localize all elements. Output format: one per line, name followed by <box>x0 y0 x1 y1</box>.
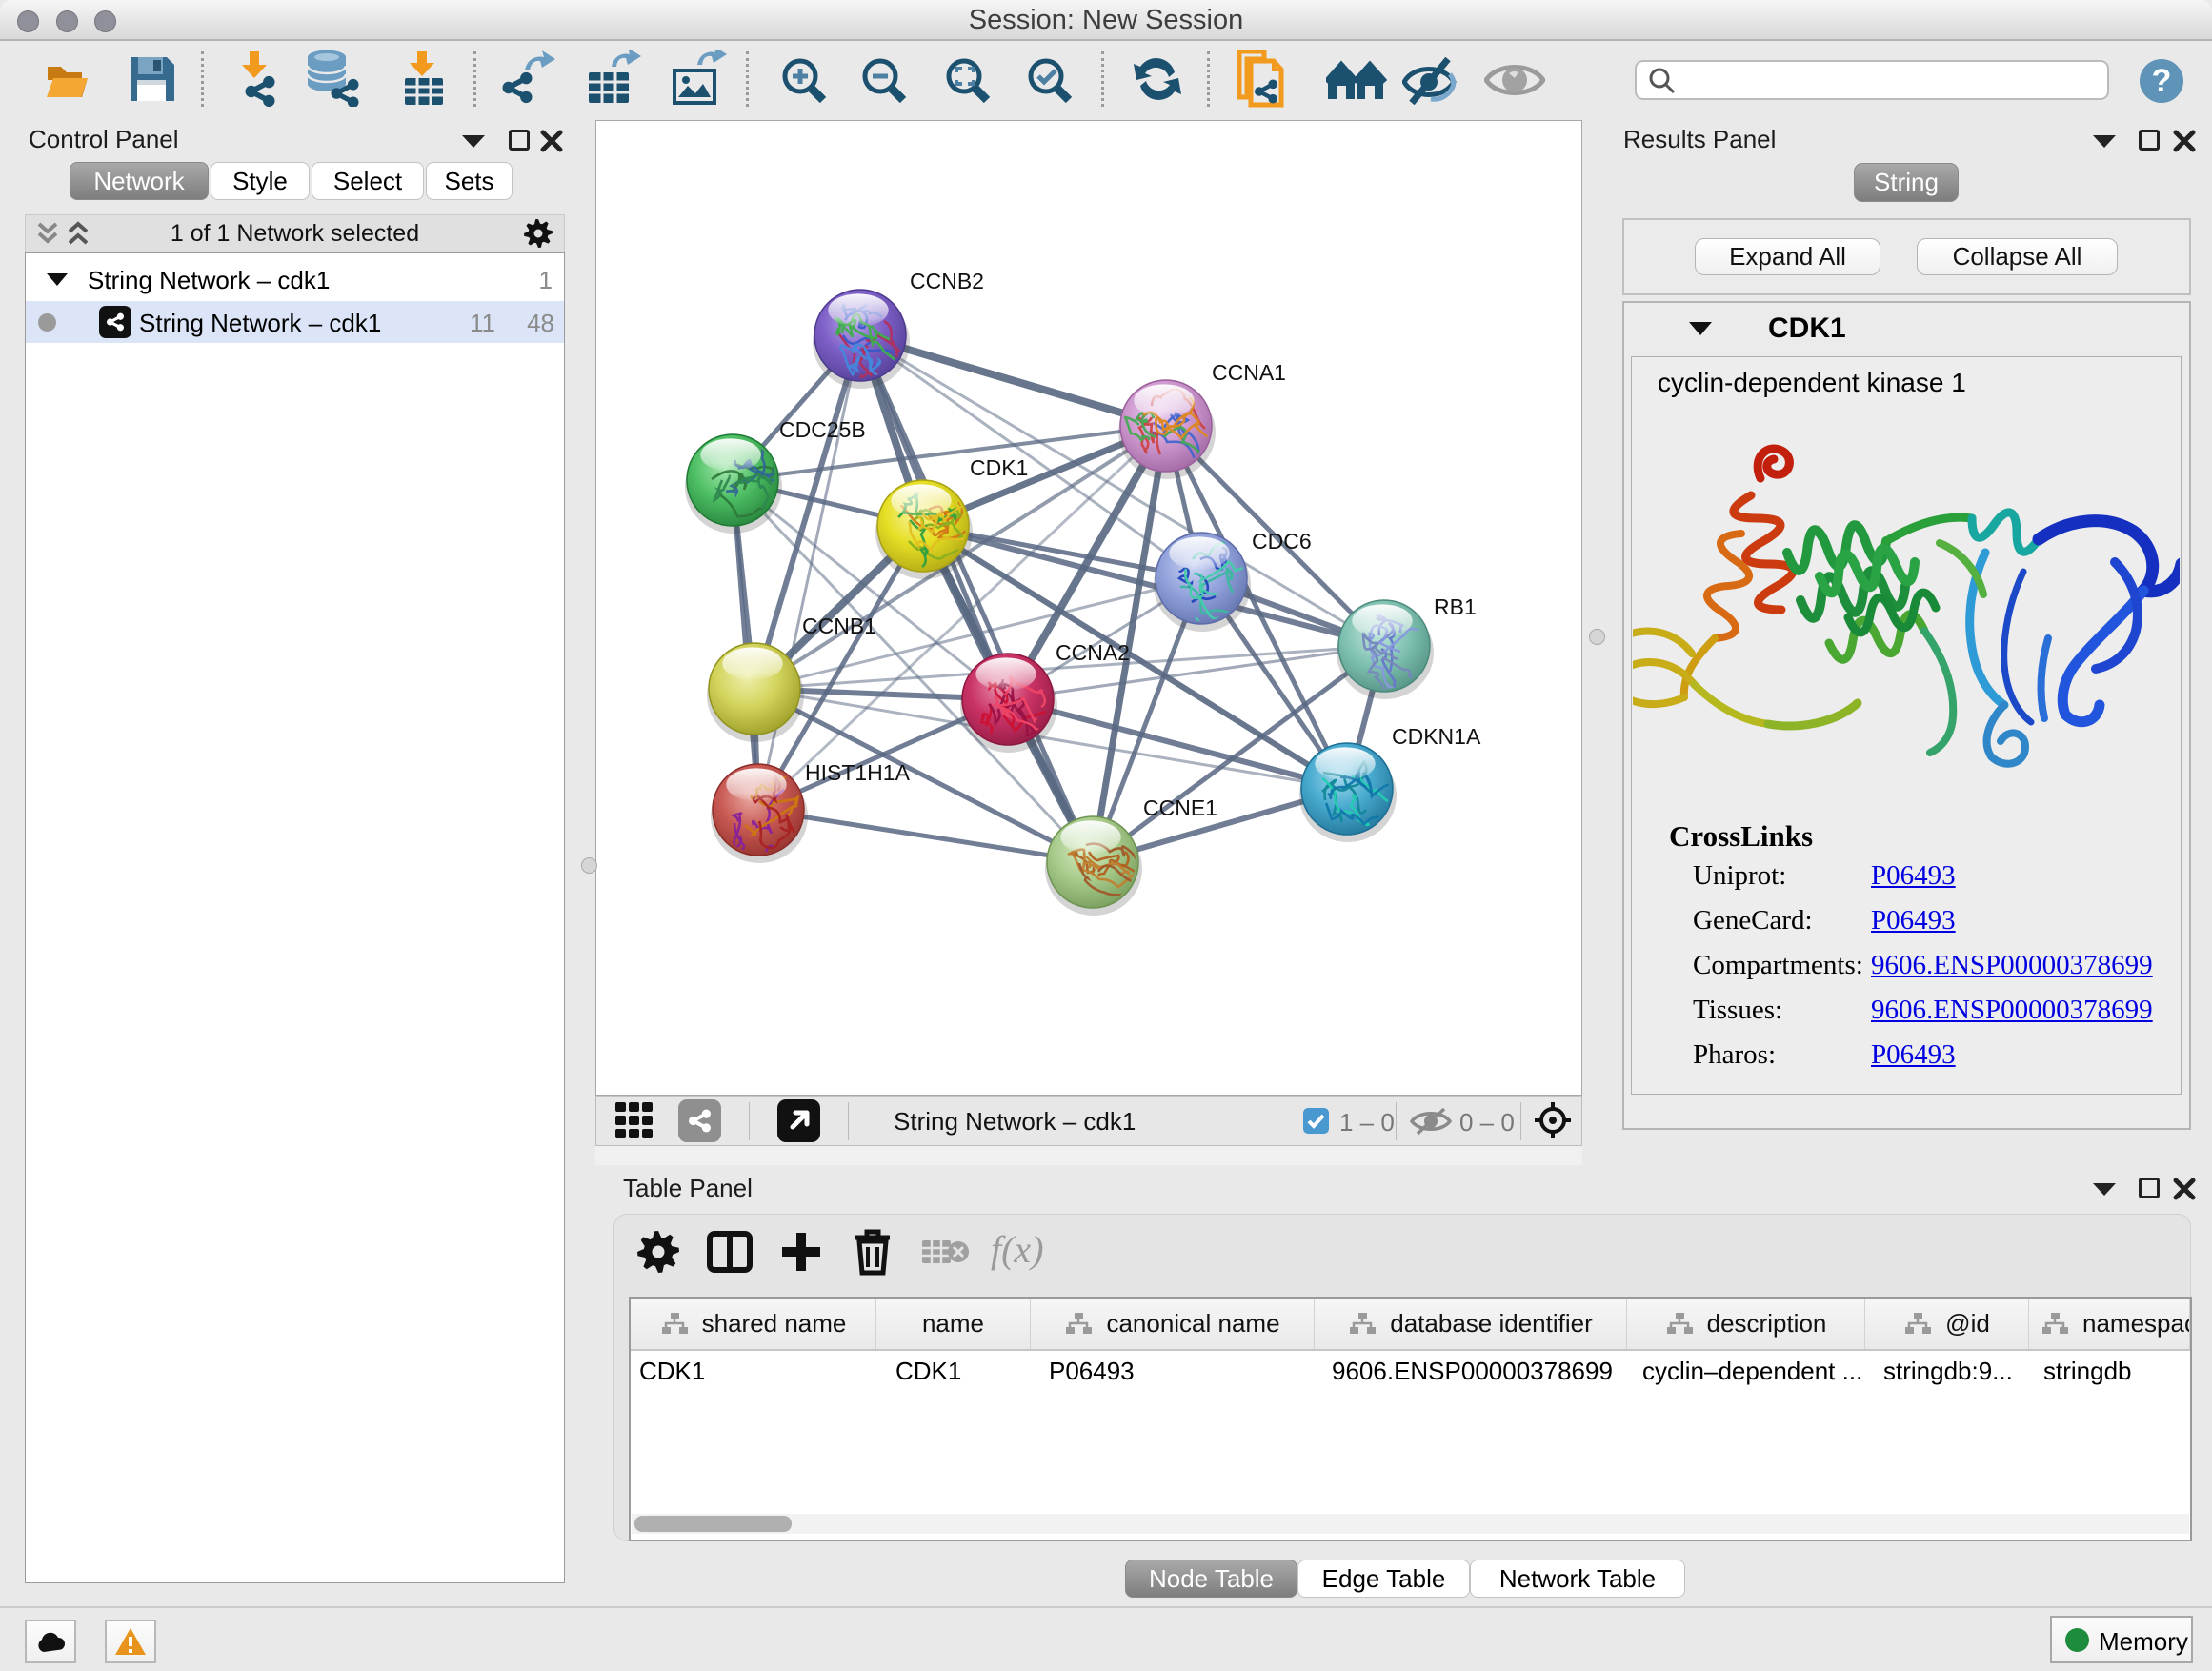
svg-text:CDC6: CDC6 <box>1252 529 1312 554</box>
svg-text:RB1: RB1 <box>1434 594 1477 619</box>
svg-text:CCNE1: CCNE1 <box>1143 795 1217 820</box>
svg-text:CDK1: CDK1 <box>970 455 1028 480</box>
svg-text:CDKN1A: CDKN1A <box>1392 724 1481 749</box>
svg-text:HIST1H1A: HIST1H1A <box>805 760 911 785</box>
svg-text:CCNB2: CCNB2 <box>910 269 984 293</box>
svg-text:CCNB1: CCNB1 <box>802 614 876 638</box>
svg-text:CCNA2: CCNA2 <box>1056 640 1130 665</box>
svg-text:CCNA1: CCNA1 <box>1212 360 1286 385</box>
svg-text:CDC25B: CDC25B <box>779 417 866 442</box>
